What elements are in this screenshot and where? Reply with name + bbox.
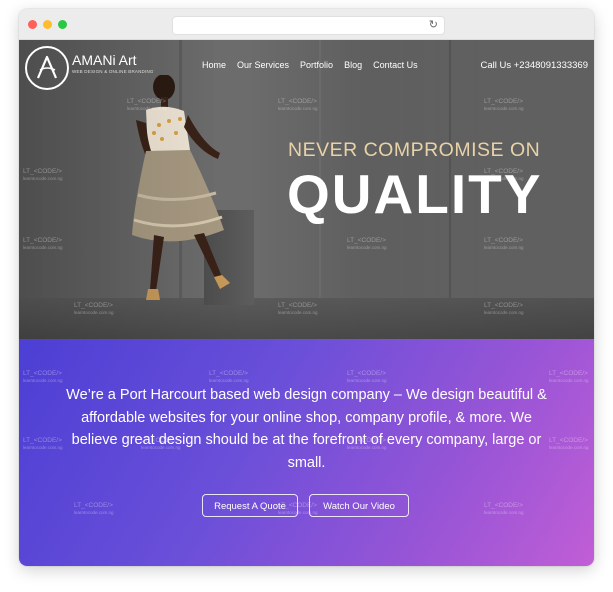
watermark: LT_<CODE/> learntocode.com.ng xyxy=(549,370,589,383)
watermark: LT_<CODE/> learntocode.com.ng xyxy=(278,98,318,111)
brand-tagline: WEB DESIGN & ONLINE BRANDING xyxy=(72,69,154,74)
nav-our-services[interactable]: Our Services xyxy=(237,60,289,70)
watermark: LT_<CODE/> learntocode.com.ng xyxy=(484,237,524,250)
request-quote-button[interactable]: Request A Quote xyxy=(202,494,298,517)
watermark: LT_<CODE/> learntocode.com.ng xyxy=(23,370,63,383)
hero-tagline: NEVER COMPROMISE ON xyxy=(288,139,541,161)
watermark: LT_<CODE/> learntocode.com.ng xyxy=(74,302,114,315)
hero-headline: QUALITY xyxy=(287,163,543,225)
browser-toolbar: ↻ xyxy=(19,9,594,40)
watermark: LT_<CODE/> learntocode.com.ng xyxy=(127,98,167,111)
watch-video-button[interactable]: Watch Our Video xyxy=(309,494,409,517)
watermark: LT_<CODE/> learntocode.com.ng xyxy=(347,370,387,383)
watermark: LT_<CODE/> learntocode.com.ng xyxy=(484,98,524,111)
nav-blog[interactable]: Blog xyxy=(344,60,362,70)
watermark: LT_<CODE/> learntocode.com.ng xyxy=(278,302,318,315)
watermark: LT_<CODE/> learntocode.com.ng xyxy=(23,168,63,181)
watermark: LT_<CODE/> learntocode.com.ng xyxy=(23,437,63,450)
minimize-window-button[interactable] xyxy=(43,20,52,29)
watermark: LT_<CODE/> learntocode.com.ng xyxy=(484,502,524,515)
main-nav: Home Our Services Portfolio Blog Contact… xyxy=(202,60,429,70)
close-window-button[interactable] xyxy=(28,20,37,29)
maximize-window-button[interactable] xyxy=(58,20,67,29)
address-bar[interactable]: ↻ xyxy=(172,16,445,35)
watermark: LT_<CODE/> learntocode.com.ng xyxy=(23,237,63,250)
hero-section: LT_<CODE/> learntocode.com.ng LT_<CODE/> l… xyxy=(19,40,594,339)
reload-icon[interactable]: ↻ xyxy=(429,18,438,33)
intro-section: LT_<CODE/> learntocode.com.ng LT_<CODE/> l… xyxy=(19,339,594,566)
browser-window: ↻ LT_<CODE/> learntocode.com.ng LT_<CODE… xyxy=(19,9,594,566)
watermark: LT_<CODE/> learntocode.com.ng xyxy=(549,437,589,450)
nav-home[interactable]: Home xyxy=(202,60,226,70)
nav-portfolio[interactable]: Portfolio xyxy=(300,60,333,70)
watermark: LT_<CODE/> learntocode.com.ng xyxy=(209,370,249,383)
phone-number[interactable]: Call Us +2348091333369 xyxy=(481,60,589,71)
intro-text: We’re a Port Harcourt based web design c… xyxy=(66,387,547,471)
nav-contact-us[interactable]: Contact Us xyxy=(373,60,418,70)
watermark: LT_<CODE/> learntocode.com.ng xyxy=(484,302,524,315)
watermark: LT_<CODE/> learntocode.com.ng xyxy=(347,237,387,250)
watermark: LT_<CODE/> learntocode.com.ng xyxy=(74,502,114,515)
brand-name[interactable]: AMANi Art xyxy=(72,52,137,68)
logo-icon[interactable] xyxy=(25,46,69,90)
